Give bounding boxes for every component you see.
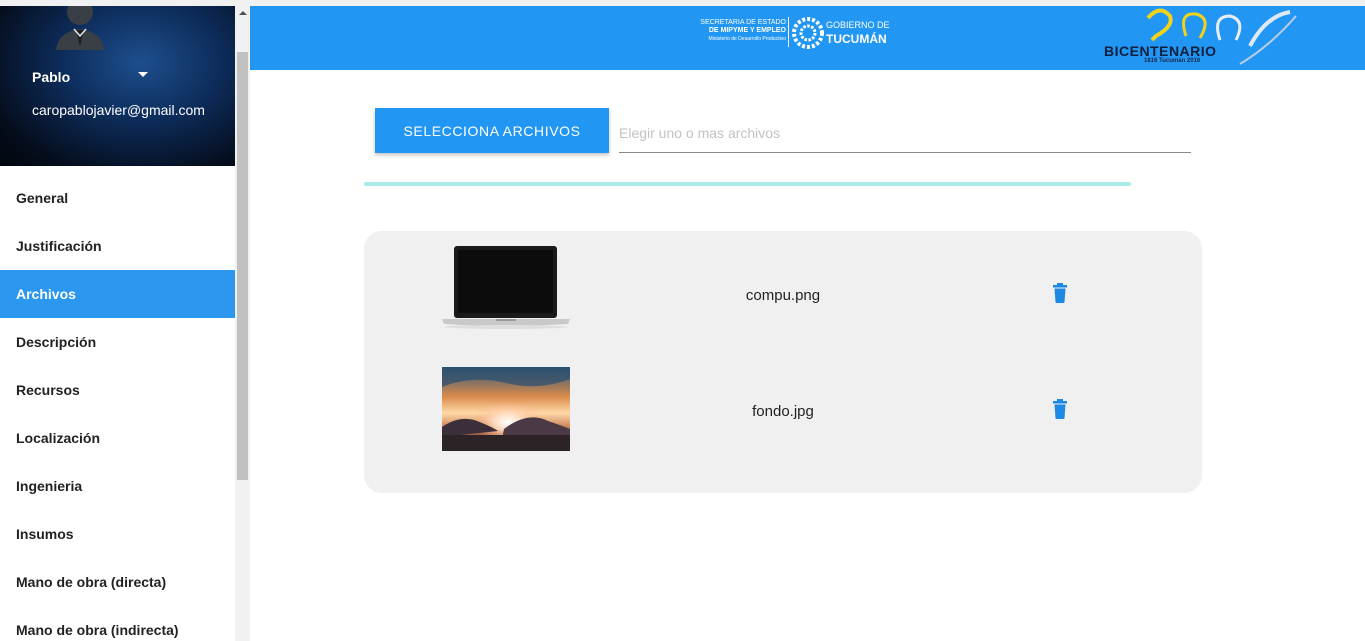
upload-progress-bar <box>364 182 1131 186</box>
user-email: caropablojavier@gmail.com <box>32 102 205 118</box>
gobierno-line1: GOBIERNO DE <box>826 20 890 30</box>
logo-divider <box>788 17 789 47</box>
bicentenario-title: BICENTENARIO <box>1104 43 1217 59</box>
sidebar-item-mano-de-obra-directa[interactable]: Mano de obra (directa) <box>0 558 235 606</box>
sidebar-item-recursos[interactable]: Recursos <box>0 366 235 414</box>
file-thumbnail-laptop <box>442 246 570 329</box>
sidebar-item-localizacion[interactable]: Localización <box>0 414 235 462</box>
sidebar-item-archivos[interactable]: Archivos <box>0 270 235 318</box>
sidebar-item-descripcion[interactable]: Descripción <box>0 318 235 366</box>
select-files-button[interactable]: SELECCIONA ARCHIVOS <box>375 108 609 153</box>
sidebar: Pablo caropablojavier@gmail.com General … <box>0 6 235 641</box>
sidebar-item-general[interactable]: General <box>0 174 235 222</box>
secretaria-line2: DE MIPYME Y EMPLEO <box>708 27 786 34</box>
gobierno-tucuman-logo: SECRETARIA DE ESTADO DE MIPYME Y EMPLEO … <box>678 14 890 50</box>
app-header: SECRETARIA DE ESTADO DE MIPYME Y EMPLEO … <box>250 6 1365 70</box>
sidebar-item-insumos[interactable]: Insumos <box>0 510 235 558</box>
trash-icon[interactable] <box>1052 399 1068 419</box>
sun-emblem-icon <box>792 17 824 49</box>
sidebar-scrollbar[interactable] <box>235 6 250 641</box>
gobierno-line2: TUCUMÁN <box>826 32 887 46</box>
file-name: compu.png <box>745 287 821 304</box>
file-thumbnail-sunset <box>442 367 570 451</box>
bicentenario-logo: BICENTENARIO 1816 Tucumán 2016 <box>1100 6 1300 70</box>
file-list: compu.png fondo.jpg <box>364 231 1202 493</box>
sidebar-item-mano-de-obra-indirecta[interactable]: Mano de obra (indirecta) <box>0 606 235 641</box>
secretaria-line1: SECRETARIA DE ESTADO <box>700 19 786 26</box>
profile-dropdown-icon[interactable] <box>136 70 150 80</box>
file-name: fondo.jpg <box>752 403 814 420</box>
files-input[interactable] <box>619 114 1191 153</box>
bicentenario-subtitle: 1816 Tucumán 2016 <box>1144 58 1201 64</box>
sidebar-item-justificacion[interactable]: Justificación <box>0 222 235 270</box>
scrollbar-thumb[interactable] <box>237 52 248 480</box>
scroll-up-arrow-icon[interactable] <box>235 6 250 21</box>
user-name: Pablo <box>32 69 71 85</box>
avatar <box>56 6 104 50</box>
trash-icon[interactable] <box>1052 283 1068 303</box>
sidebar-item-ingenieria[interactable]: Ingenieria <box>0 462 235 510</box>
secretaria-line3: Ministerio de Desarrollo Productivo <box>708 36 786 42</box>
profile-panel: Pablo caropablojavier@gmail.com <box>0 6 235 166</box>
sidebar-nav: General Justificación Archivos Descripci… <box>0 174 235 641</box>
